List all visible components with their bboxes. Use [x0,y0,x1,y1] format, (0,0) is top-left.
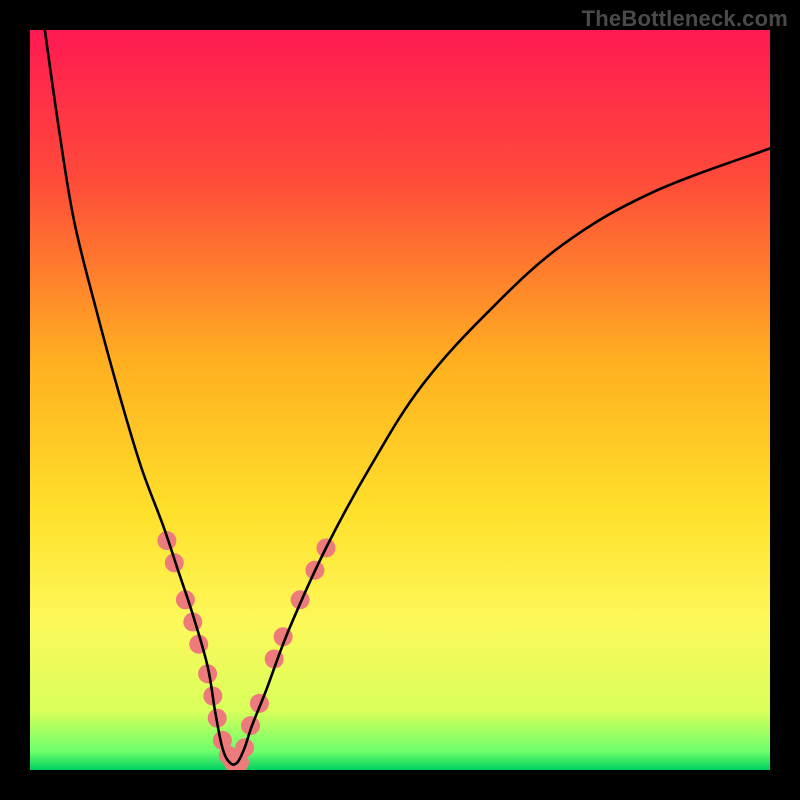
chart-frame: TheBottleneck.com [0,0,800,800]
gradient-background [30,30,770,770]
chart-svg [30,30,770,770]
watermark-text: TheBottleneck.com [582,6,788,32]
plot-area [30,30,770,770]
